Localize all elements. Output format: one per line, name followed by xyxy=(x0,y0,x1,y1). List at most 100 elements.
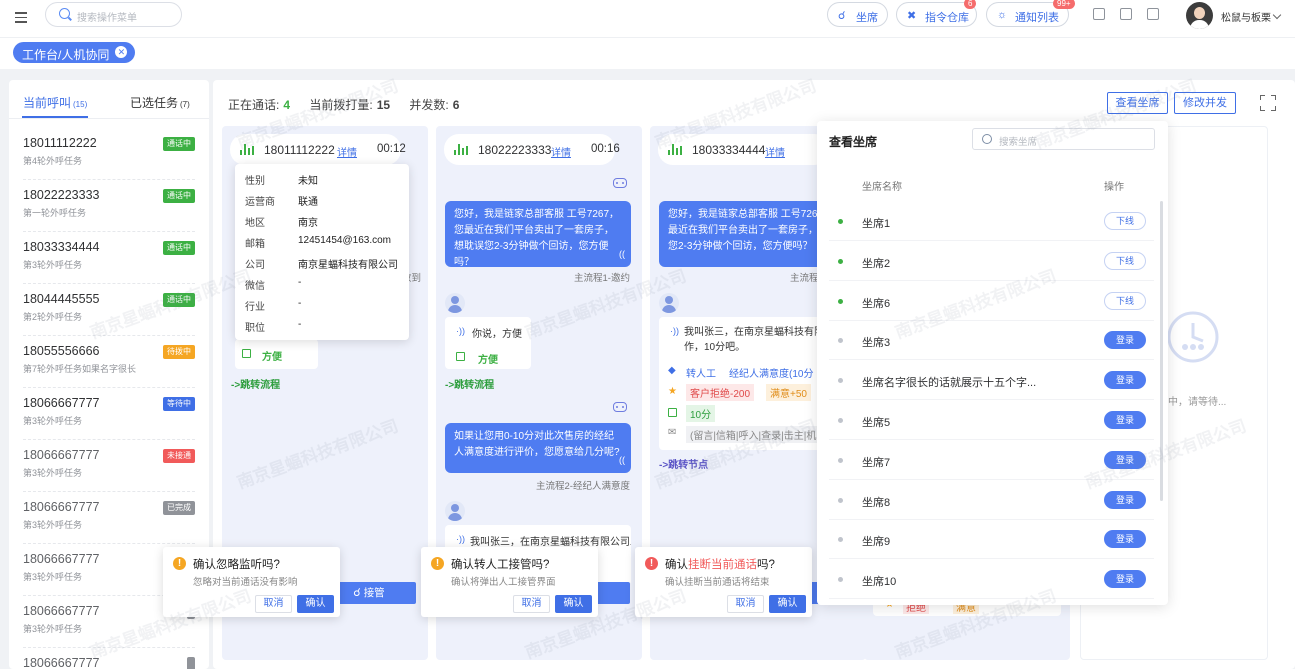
user-avatar[interactable] xyxy=(1186,2,1213,29)
popover-subtitle: 确认挂断当前通话将结束 xyxy=(665,577,770,588)
popover-cancel-button[interactable]: 取消 xyxy=(513,595,550,613)
popover-title: 确认忽略监听吗? xyxy=(193,556,280,572)
close-icon[interactable]: ✕ xyxy=(115,46,128,58)
popover-title-text: 确认转人工接管吗? xyxy=(451,559,550,571)
call-detail-link[interactable]: 详情 xyxy=(551,144,571,159)
call-list-item[interactable]: 18022223333 第一轮外呼任务 通话中 xyxy=(23,180,195,232)
seat-search-input[interactable]: 搜索坐席 xyxy=(972,128,1155,150)
seat-panel: 查看坐席 搜索坐席 坐席名称 操作 坐席1 下线 坐席2 下线 坐席6 下线 坐席3 登录 坐席… xyxy=(817,121,1168,605)
call-list-item[interactable]: 18066667777 第3轮外呼任务 已完成 xyxy=(23,492,195,544)
confirm-popover: ! 确认挂断当前通话吗? 确认挂断当前通话将结束 取消 确认 xyxy=(635,547,812,617)
call-list-item[interactable]: 18066667777 xyxy=(23,648,195,669)
status-dot xyxy=(838,537,843,543)
seat-login-button[interactable]: 登录 xyxy=(1104,570,1146,589)
status-badge: 已完成 xyxy=(163,501,195,515)
status-badge: 通话中 xyxy=(163,241,195,255)
popover-cancel-button[interactable]: 取消 xyxy=(255,595,292,613)
status-dot xyxy=(838,457,843,463)
scrollbar[interactable] xyxy=(1160,201,1163,501)
score-tag: 10分 xyxy=(686,405,716,422)
call-phone-number: 18033334444 xyxy=(23,240,100,254)
tab-workbench[interactable]: 工作台/人机协同 ✕ xyxy=(13,42,136,63)
seat-label: 坐席 xyxy=(856,12,878,24)
seat-row: 坐席10 登录 xyxy=(829,560,1154,600)
seat-login-button[interactable]: 登录 xyxy=(1104,411,1146,429)
monitor-icon[interactable] xyxy=(1120,8,1132,20)
popover-confirm-button[interactable]: 确认 xyxy=(769,595,806,613)
seat-login-button[interactable]: 登录 xyxy=(1104,530,1146,549)
seat-logout-button[interactable]: 下线 xyxy=(1104,291,1146,310)
tab-selected-tasks[interactable]: 已选任务 (7) xyxy=(130,94,190,111)
card-icon[interactable] xyxy=(1147,8,1159,20)
sound-icon: ·)) xyxy=(670,326,679,336)
seat-logout-button[interactable]: 下线 xyxy=(1104,251,1146,270)
seat-login-button[interactable]: 登录 xyxy=(1104,331,1146,350)
user-reply-text: 你说，方便 xyxy=(472,329,522,340)
popover-confirm-button[interactable]: 确认 xyxy=(297,595,334,613)
sound-icon: ·)) xyxy=(456,534,465,544)
info-label: 性别 xyxy=(245,176,265,187)
user-avatar-icon xyxy=(659,293,679,313)
in-call-label: 正在通话: xyxy=(228,98,280,112)
chevron-down-icon[interactable] xyxy=(1272,10,1282,20)
info-value: 12451454@163.com xyxy=(298,235,391,246)
seat-logout-button[interactable]: 下线 xyxy=(1104,212,1146,230)
user-reply-card: 方便 xyxy=(235,339,318,369)
broom-icon: ✖ xyxy=(907,10,917,22)
voice-wave-icon xyxy=(454,144,470,155)
popover-cancel-button[interactable]: 取消 xyxy=(727,595,764,613)
flow-label: 主流程2-经纪人满意度 xyxy=(536,481,630,492)
jump-flow-label: ->跳转流程 xyxy=(231,380,281,391)
reject-score-tag: 客户拒绝-200 xyxy=(686,384,755,401)
username[interactable]: 松鼠与板栗 xyxy=(1221,9,1271,24)
call-list-item[interactable]: 18066667777 第3轮外呼任务 未接通 xyxy=(23,440,195,492)
call-task-name: 第3轮外呼任务 xyxy=(23,468,83,478)
popover-confirm-button[interactable]: 确认 xyxy=(555,595,592,613)
call-phone-number: 18066667777 xyxy=(23,500,100,514)
menu-search-input[interactable]: 搜索操作菜单 xyxy=(45,2,182,27)
call-list-item[interactable]: 18066667777 第3轮外呼任务 等待中 xyxy=(23,388,195,440)
call-detail-link[interactable]: 详情 xyxy=(765,144,785,159)
seat-login-button[interactable]: 登录 xyxy=(1104,371,1146,390)
info-value: 南京 xyxy=(298,218,318,229)
call-list-item[interactable]: 18055556666 第7轮外呼任务如果名字很长 待拨中 xyxy=(23,336,195,388)
call-number: 18011112222 xyxy=(264,143,335,157)
call-list-item[interactable]: 18033334444 第3轮外呼任务 通话中 xyxy=(23,232,195,284)
fullscreen-icon[interactable] xyxy=(1260,95,1276,111)
tab-workbench-label: 工作台/人机协同 xyxy=(22,48,110,62)
call-phone-number: 18044445555 xyxy=(23,292,100,306)
warning-icon: ! xyxy=(645,557,658,570)
menu-search-placeholder: 搜索操作菜单 xyxy=(77,13,137,24)
seat-row: 坐席5 登录 xyxy=(829,401,1154,440)
customer-info-popup: 性别 未知 运营商 联通 地区 南京 邮箱 12451454@163.com 公司 南京星蝠科技有… xyxy=(235,164,409,340)
modify-concurrency-button[interactable]: 修改并发 xyxy=(1174,92,1236,114)
seat-button[interactable]: ☌ 坐席 xyxy=(827,2,888,27)
jump-flow-label: ->跳转流程 xyxy=(445,380,495,391)
command-warehouse-button[interactable]: ✖ 指令仓库 6 xyxy=(896,0,977,27)
tab-current-calls[interactable]: 当前呼叫 (15) xyxy=(21,94,89,118)
call-detail-link[interactable]: 详情 xyxy=(337,144,357,159)
robot-icon xyxy=(613,402,627,412)
info-label: 邮箱 xyxy=(245,239,265,250)
user-avatar-icon xyxy=(445,501,465,521)
seat-login-button[interactable]: 登录 xyxy=(1104,450,1146,469)
call-list-item[interactable]: 18011112222 第4轮外呼任务 通话中 xyxy=(23,128,195,180)
menu-toggle-icon[interactable] xyxy=(15,12,27,23)
status-dot xyxy=(838,418,843,423)
notice-list-button[interactable]: ☼ 通知列表 99+ xyxy=(986,0,1075,27)
view-seats-button[interactable]: 查看坐席 xyxy=(1107,92,1168,114)
call-task-name: 第3轮外呼任务 xyxy=(23,624,83,634)
tab-strip: 工作台/人机协同 ✕ xyxy=(0,38,1295,69)
takeover-label: 接管 xyxy=(363,587,385,599)
status-badge: 通话中 xyxy=(163,189,195,203)
tab-current-label: 当前呼叫 xyxy=(23,96,72,110)
tag-icon xyxy=(456,352,465,361)
call-task-name: 第3轮外呼任务 xyxy=(23,260,83,270)
seat-op-header: 操作 xyxy=(1104,182,1124,193)
call-list-item[interactable]: 18044445555 第2轮外呼任务 通话中 xyxy=(23,284,195,336)
call-phone-number: 18066667777 xyxy=(23,552,100,566)
trash-icon[interactable] xyxy=(1093,8,1105,20)
call-task-name: 第7轮外呼任务如果名字很长 xyxy=(23,364,137,374)
seat-login-button[interactable]: 登录 xyxy=(1104,490,1146,509)
status-badge xyxy=(187,657,195,669)
